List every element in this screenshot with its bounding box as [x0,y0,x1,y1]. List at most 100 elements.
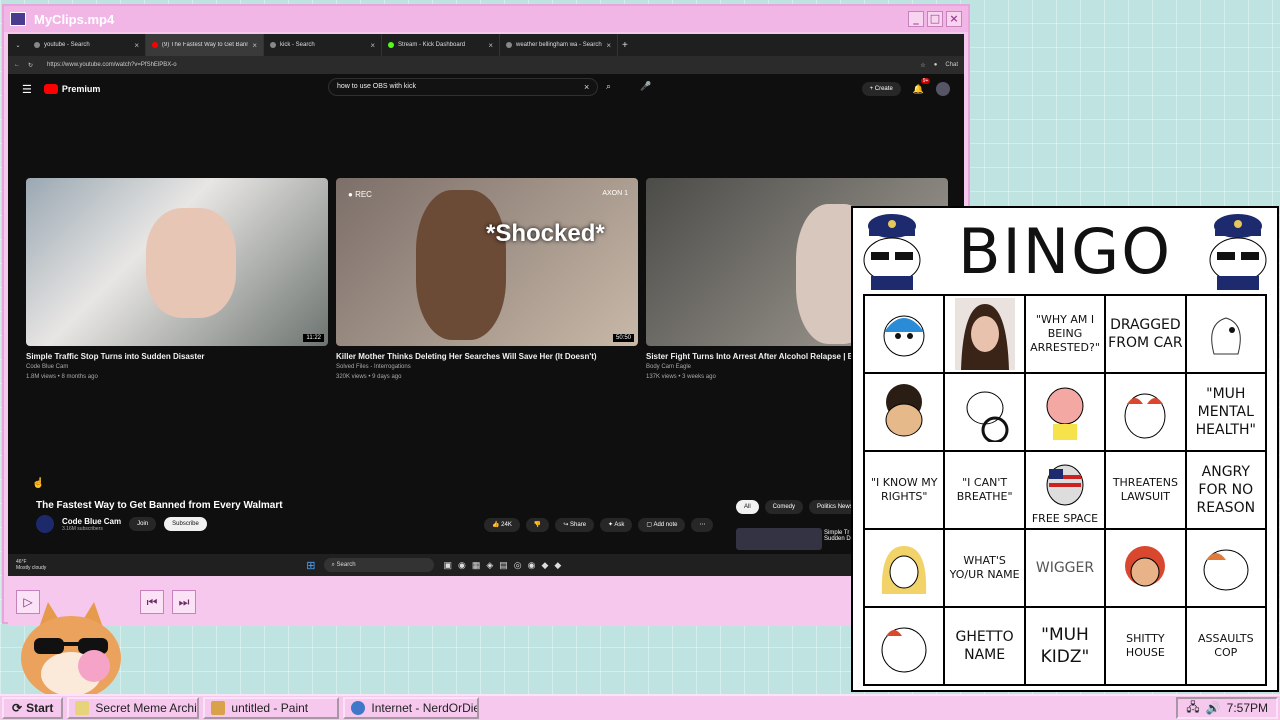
new-tab-icon[interactable]: + [622,40,628,51]
join-button[interactable]: Join [129,517,157,531]
tab-menu-icon[interactable]: ⌄ [8,42,28,49]
close-tab-icon[interactable]: × [606,41,611,50]
taskbar-item-internet[interactable]: Internet - NerdOrDie.com [343,697,480,719]
bingo-cell: "I CAN'T BREATHE" [944,451,1025,529]
chat-button[interactable]: Chat [945,62,958,68]
subscriber-count: 3.16M subscribers [62,525,103,532]
close-tab-icon[interactable]: × [488,41,493,50]
bingo-header: BINGO [853,208,1277,294]
tab-favicon [506,42,512,48]
favorite-icon[interactable]: ☆ [920,62,925,69]
profile-icon[interactable]: ● [934,62,938,68]
search-icon[interactable]: ⌕ [606,81,611,92]
video-title[interactable]: Killer Mother Thinks Deleting Her Search… [336,352,597,361]
bingo-card: BINGO "WHY AM I BEING ARRESTED?" DRAGGED… [851,206,1279,692]
close-tab-icon[interactable]: × [252,41,257,50]
tab-kick-search[interactable]: kick - Search × [264,34,382,56]
bingo-grid: "WHY AM I BEING ARRESTED?" DRAGGED FROM … [863,294,1267,686]
blonde-cat-icon [882,546,927,594]
video-channel[interactable]: Solved Files - Interrogations [336,364,411,370]
reload-icon[interactable]: ↻ [28,62,33,69]
windows-logo-icon: ⟳ [12,701,23,715]
avatar[interactable] [36,515,54,533]
crying-woman-photo [954,298,1015,370]
video-channel[interactable]: Body Cam Eagle [646,364,691,370]
channel-name[interactable]: Code Blue Cam [62,517,121,526]
clock[interactable]: 7:57PM [1227,701,1268,715]
side-video-thumbnail[interactable] [736,528,822,550]
video-duration: 11:22 [303,334,324,342]
video-title[interactable]: Sister Fight Turns Into Arrest After Alc… [646,352,868,361]
ask-button[interactable]: ✦ Ask [600,518,633,532]
avatar[interactable] [936,82,950,96]
taskbar-search[interactable]: ⌕ Search [323,558,434,572]
axon-label: AXON 1 [602,190,628,197]
youtube-play-icon [43,84,58,94]
clear-search-icon[interactable]: × [584,82,589,92]
bingo-cell [864,607,945,685]
taskbar-item-paint[interactable]: untitled - Paint [203,697,340,719]
thumbnail-overlay-text: *Shocked* [486,220,605,247]
start-button[interactable]: ⟳ Start [2,697,64,719]
action-row: 👍 24K 👎 ↪ Share ✦ Ask ▢ Add note ⋯ [484,518,714,532]
chip-comedy[interactable]: Comedy [764,500,804,514]
bingo-cell: "I KNOW MY RIGHTS" [864,451,945,529]
dislike-icon[interactable]: 👎 [525,518,550,532]
video-thumbnail[interactable]: 11:22 [26,178,328,346]
tab-weather-search[interactable]: weather bellingham wa - Search × [500,34,618,56]
video-channel[interactable]: Code Blue Cam [26,364,68,370]
bingo-cell: WHAT'S YO/UR NAME [944,529,1025,607]
cop-cat-icon [1209,214,1267,290]
share-button[interactable]: ↪ Share [555,518,595,532]
cat-sticker-image [21,602,121,696]
bingo-cell [1024,373,1106,451]
maximize-icon[interactable]: □ [927,11,943,27]
tab-kick-dashboard[interactable]: Stream - Kick Dashboard × [382,34,500,56]
system-tray: 🖧 🔊 7:57PM [1176,697,1278,719]
back-icon[interactable]: ← [14,62,20,68]
bingo-cell: "WHY AM I BEING ARRESTED?" [1024,295,1106,373]
globe-icon [351,701,366,715]
hamburger-menu-icon[interactable]: ☰ [22,83,32,96]
search-input[interactable]: how to use OBS with kick [328,78,598,96]
taskbar-app-icons[interactable]: ▣◉▦◈▤◎◉◆◆ [444,560,568,571]
paint-icon [211,701,226,715]
browser-addressbar: ← ↻ https://www.youtube.com/watch?v=PfSh… [8,56,964,74]
previous-button[interactable]: ⏮ [140,590,164,614]
url-field[interactable]: https://www.youtube.com/watch?v=PfShElPB… [41,59,912,71]
video-title[interactable]: Simple Traffic Stop Turns into Sudden Di… [26,352,205,361]
curly-hair-cat-icon [885,384,923,437]
bingo-cell: DRAGGED FROM CAR [1105,295,1186,373]
chip-all[interactable]: All [736,500,759,514]
taskbar-item-meme-archive[interactable]: Secret Meme Archive [67,697,200,719]
create-button[interactable]: + Create [861,82,901,96]
youtube-logo[interactable]: Premium [43,84,100,94]
chubby-cat-icon [881,627,927,673]
more-options-icon[interactable]: ⋯ [691,518,714,532]
add-note-button[interactable]: ▢ Add note [638,518,686,532]
close-tab-icon[interactable]: × [370,41,375,50]
close-tab-icon[interactable]: × [134,41,139,50]
close-icon[interactable]: × [946,11,962,27]
windows-start-icon[interactable]: ⊞ [306,559,315,572]
player-titlebar[interactable]: MyClips.mp4 _ □ × [4,6,968,32]
subscribe-button[interactable]: Subscribe [164,517,207,531]
video-meta: 1.8M views • 8 months ago [26,374,98,380]
minimize-icon[interactable]: _ [908,11,924,27]
video-thumbnail[interactable]: ● REC AXON 1 *Shocked* 50:50 [336,178,638,346]
volume-icon[interactable]: 🔊 [1206,701,1221,715]
bingo-cell [1185,295,1266,373]
tab-youtube-search[interactable]: youtube - Search × [28,34,146,56]
flag-cat-icon [1046,464,1084,506]
player-app-icon [10,12,26,26]
next-button[interactable]: ⏭ [172,590,196,614]
microphone-icon[interactable]: 🎤 [640,81,651,92]
red-hair-cat-icon [1125,546,1166,587]
like-button[interactable]: 👍 24K [484,518,520,532]
player-controls: ▷ ⏮ ⏭ [8,580,964,626]
tab-current-video[interactable]: (9) The Fastest Way to Get Banned × [146,34,264,56]
notification-bell-icon[interactable]: 🔔 9+ [913,77,931,95]
video-frame[interactable]: ⌄ youtube - Search × (9) The Fastest Way … [8,34,964,576]
network-icon[interactable]: 🖧 [1186,698,1199,719]
bingo-cell [944,295,1025,373]
